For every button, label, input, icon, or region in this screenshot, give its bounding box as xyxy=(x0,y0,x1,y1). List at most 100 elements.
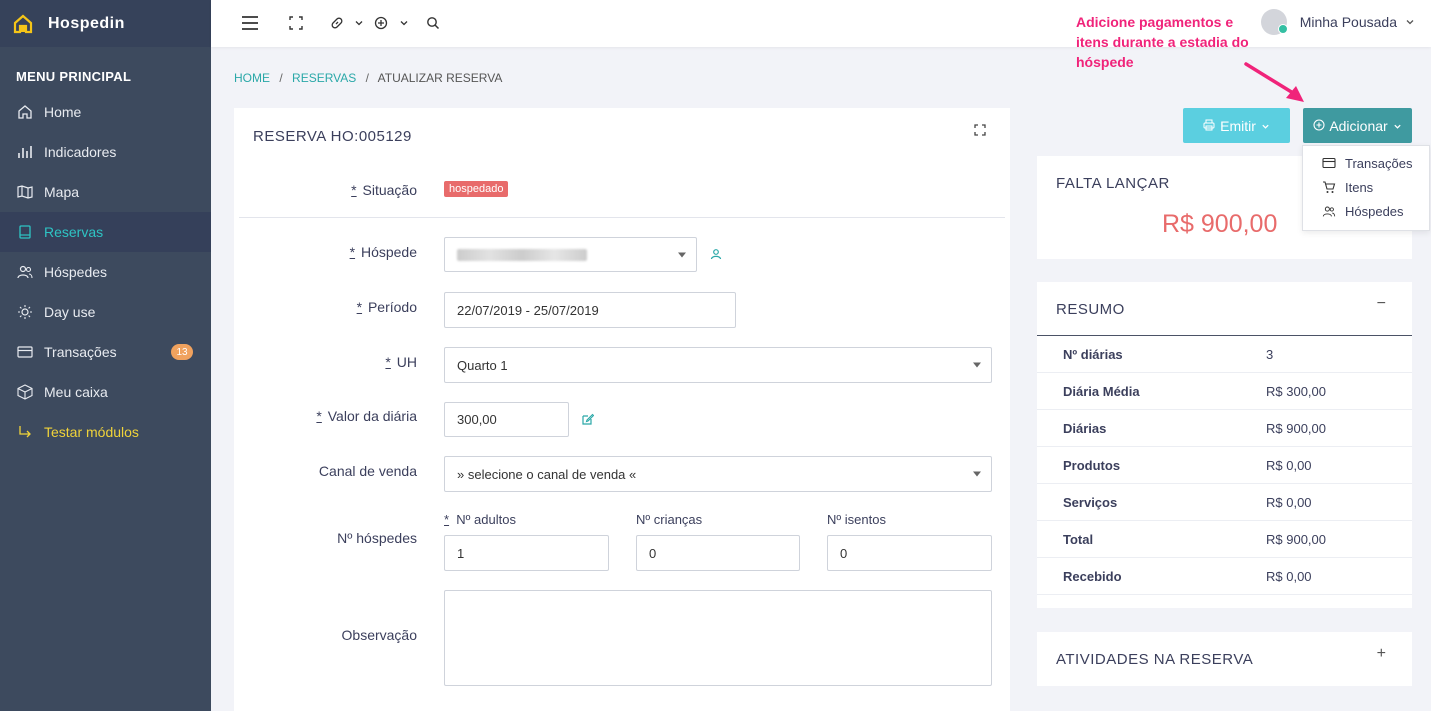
edit-icon[interactable] xyxy=(582,413,595,428)
user-menu[interactable]: Minha Pousada xyxy=(1260,9,1415,35)
resumo-title: RESUMO xyxy=(1056,301,1125,318)
reservation-form-card: RESERVA HO:005129 * Situação hospedado *… xyxy=(234,108,1010,711)
canal-venda-label: Canal de venda xyxy=(318,463,417,479)
status-badge: hospedado xyxy=(444,181,509,197)
expand-toggle[interactable]: + xyxy=(1377,645,1386,663)
hospede-select[interactable] xyxy=(444,237,697,272)
sidebar-item-label: Testar módulos xyxy=(44,424,139,440)
sidebar-item-label: Transações xyxy=(44,344,117,360)
sidebar-item-testar-modulos[interactable]: Testar módulos xyxy=(0,412,211,452)
breadcrumb-home[interactable]: HOME xyxy=(234,71,270,85)
caret-down-icon xyxy=(973,362,981,368)
hamburger-menu-icon[interactable] xyxy=(239,12,261,34)
sidebar: Hospedin MENU PRINCIPAL Home Indicadores… xyxy=(0,0,211,711)
resumo-panel: RESUMO − Nº diárias 3 Diária Média R$ 300,… xyxy=(1037,282,1412,608)
sun-icon xyxy=(16,303,34,321)
tablet-icon xyxy=(16,223,34,241)
fullscreen-icon[interactable] xyxy=(285,12,307,34)
user-name: Minha Pousada xyxy=(1299,14,1397,30)
dropdown-item-hospedes[interactable]: Hóspedes xyxy=(1303,199,1429,223)
arrow-corner-icon xyxy=(16,423,34,441)
observacao-label: Observação xyxy=(341,627,417,643)
expand-icon[interactable] xyxy=(974,124,986,139)
box-icon xyxy=(16,383,34,401)
table-row: Recebido R$ 0,00 xyxy=(1037,558,1412,595)
breadcrumb: HOME / RESERVAS / ATUALIZAR RESERVA xyxy=(234,71,502,85)
situacao-label: * Situação xyxy=(351,182,417,198)
printer-icon xyxy=(1203,118,1215,134)
sidebar-item-label: Hóspedes xyxy=(44,264,108,280)
link-icon[interactable] xyxy=(326,12,348,34)
blurred-guest-name xyxy=(457,248,587,261)
chevron-down-icon xyxy=(1261,118,1270,134)
breadcrumb-separator: / xyxy=(279,71,283,85)
valor-diaria-label: * Valor da diária xyxy=(316,408,417,424)
sidebar-item-hospedes[interactable]: Hóspedes xyxy=(0,252,211,292)
caret-down-icon xyxy=(973,471,981,477)
user-icon[interactable] xyxy=(710,248,722,263)
criancas-label: Nº crianças xyxy=(636,512,703,527)
sidebar-item-day-use[interactable]: Day use xyxy=(0,292,211,332)
table-row: Total R$ 900,00 xyxy=(1037,521,1412,558)
bar-chart-icon xyxy=(16,143,34,161)
observacao-textarea[interactable] xyxy=(444,590,992,686)
table-row: Nº diárias 3 xyxy=(1037,336,1412,373)
sidebar-item-indicadores[interactable]: Indicadores xyxy=(0,132,211,172)
sidebar-item-label: Day use xyxy=(44,304,96,320)
num-hospedes-label: Nº hóspedes xyxy=(337,530,417,546)
hospede-label: * Hóspede xyxy=(349,244,417,260)
chevron-down-icon[interactable] xyxy=(348,12,370,34)
table-row: Diárias R$ 900,00 xyxy=(1037,410,1412,447)
atividades-panel: ATIVIDADES NA RESERVA + xyxy=(1037,632,1412,686)
uh-select[interactable]: Quarto 1 xyxy=(444,347,992,383)
transactions-count-badge: 13 xyxy=(171,344,193,360)
criancas-input[interactable]: 0 xyxy=(636,535,800,571)
adicionar-dropdown: Transações Itens Hóspedes xyxy=(1302,145,1430,231)
isentos-label: Nº isentos xyxy=(827,512,886,527)
users-icon xyxy=(1321,205,1337,218)
dropdown-item-itens[interactable]: Itens xyxy=(1303,175,1429,199)
chevron-down-icon[interactable] xyxy=(393,12,415,34)
sidebar-item-reservas[interactable]: Reservas xyxy=(0,212,211,252)
caret-down-icon xyxy=(678,252,686,257)
hospedin-logo-icon xyxy=(12,13,34,35)
sidebar-item-mapa[interactable]: Mapa xyxy=(0,172,211,212)
collapse-toggle[interactable]: − xyxy=(1377,295,1386,313)
avatar xyxy=(1260,9,1288,35)
periodo-label: * Período xyxy=(356,299,417,315)
canal-venda-select[interactable]: » selecione o canal de venda « xyxy=(444,456,992,492)
periodo-input[interactable]: 22/07/2019 - 25/07/2019 xyxy=(444,292,736,328)
falta-lancar-value: R$ 900,00 xyxy=(1162,210,1278,238)
breadcrumb-reservas[interactable]: RESERVAS xyxy=(292,71,356,85)
valor-diaria-input[interactable]: 300,00 xyxy=(444,402,569,437)
cart-icon xyxy=(1321,180,1337,194)
sidebar-item-meu-caixa[interactable]: Meu caixa xyxy=(0,372,211,412)
breadcrumb-separator: / xyxy=(365,71,369,85)
table-row: Produtos R$ 0,00 xyxy=(1037,447,1412,484)
brand[interactable]: Hospedin xyxy=(0,0,211,47)
menu-title: MENU PRINCIPAL xyxy=(16,69,132,84)
adultos-input[interactable]: 1 xyxy=(444,535,609,571)
users-icon xyxy=(16,263,34,281)
sidebar-item-label: Reservas xyxy=(44,224,104,240)
plus-circle-icon xyxy=(1313,118,1325,134)
table-row: Serviços R$ 0,00 xyxy=(1037,484,1412,521)
sidebar-item-label: Indicadores xyxy=(44,144,117,160)
falta-lancar-title: FALTA LANÇAR xyxy=(1056,175,1170,192)
plus-circle-icon[interactable] xyxy=(370,12,392,34)
atividades-title: ATIVIDADES NA RESERVA xyxy=(1056,651,1254,668)
brand-name: Hospedin xyxy=(48,14,125,32)
sidebar-item-label: Meu caixa xyxy=(44,384,108,400)
chevron-down-icon xyxy=(1393,118,1402,134)
table-row: Diária Média R$ 300,00 xyxy=(1037,373,1412,410)
isentos-input[interactable]: 0 xyxy=(827,535,992,571)
search-icon[interactable] xyxy=(422,12,444,34)
sidebar-item-label: Mapa xyxy=(44,184,80,200)
sidebar-item-transacoes[interactable]: Transações 13 xyxy=(0,332,211,372)
sidebar-item-label: Home xyxy=(44,104,82,120)
dropdown-item-transacoes[interactable]: Transações xyxy=(1303,151,1429,175)
adicionar-button[interactable]: Adicionar xyxy=(1303,108,1412,143)
emitir-button[interactable]: Emitir xyxy=(1183,108,1290,143)
breadcrumb-current: ATUALIZAR RESERVA xyxy=(377,71,503,85)
sidebar-item-home[interactable]: Home xyxy=(0,92,211,132)
